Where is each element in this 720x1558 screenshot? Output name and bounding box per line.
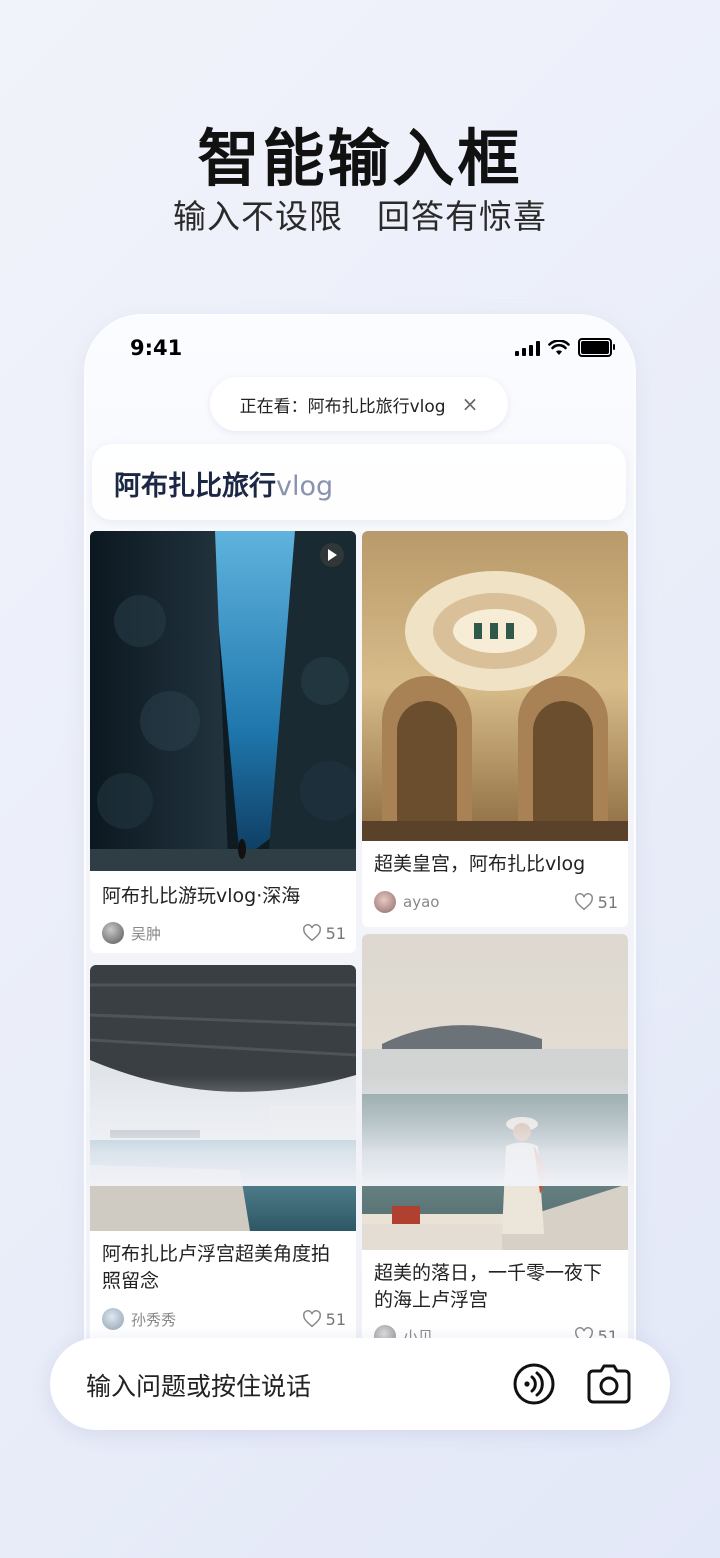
status-icons bbox=[515, 338, 615, 357]
card-author: 孙秀秀 bbox=[131, 1310, 177, 1329]
result-card[interactable]: 阿布扎比游玩vlog·深海 吴肿 51 bbox=[90, 531, 356, 953]
like-button[interactable]: 51 bbox=[574, 893, 618, 912]
query-main: 阿布扎比旅行 bbox=[114, 471, 276, 502]
watching-label: 正在看：阿布扎比旅行vlog bbox=[239, 396, 446, 417]
card-title: 阿布扎比卢浮宫超美角度拍照留念 bbox=[102, 1243, 331, 1292]
chat-input-bar[interactable]: 输入问题或按住说话 bbox=[50, 1338, 670, 1430]
card-author: 吴肿 bbox=[131, 924, 162, 943]
card-meta: 孙秀秀 51 bbox=[102, 1307, 346, 1331]
query-box[interactable]: 阿布扎比旅行vlog bbox=[92, 444, 626, 520]
battery-icon bbox=[578, 338, 615, 357]
card-title: 阿布扎比游玩vlog·深海 bbox=[102, 885, 301, 907]
card-meta: 吴肿 51 bbox=[102, 921, 346, 945]
avatar bbox=[102, 1308, 124, 1330]
result-feed: 阿布扎比游玩vlog·深海 吴肿 51 超美皇宫，阿布扎比vlog ayao 5… bbox=[90, 531, 630, 1391]
like-count: 51 bbox=[325, 1309, 346, 1329]
heart-icon bbox=[574, 893, 593, 911]
query-suffix: vlog bbox=[276, 471, 334, 502]
card-title: 超美的落日，一千零一夜下的海上卢浮宫 bbox=[374, 1262, 603, 1311]
card-image-palace bbox=[362, 531, 628, 841]
result-card[interactable]: 超美皇宫，阿布扎比vlog ayao 51 bbox=[362, 531, 628, 927]
cellular-signal-icon bbox=[515, 340, 540, 356]
like-count: 51 bbox=[325, 923, 346, 943]
like-count: 51 bbox=[597, 892, 618, 912]
watching-pill[interactable]: 正在看：阿布扎比旅行vlog × bbox=[210, 377, 508, 431]
avatar bbox=[102, 922, 124, 944]
status-time: 9:41 bbox=[130, 336, 183, 360]
query-text: 阿布扎比旅行vlog bbox=[114, 464, 333, 503]
heart-icon bbox=[302, 924, 321, 942]
promo-headline: 智能输入框 bbox=[197, 122, 523, 195]
wifi-icon bbox=[548, 339, 570, 355]
status-bar: 9:41 bbox=[86, 334, 634, 364]
card-title: 超美皇宫，阿布扎比vlog bbox=[374, 853, 586, 875]
like-button[interactable]: 51 bbox=[302, 924, 346, 943]
card-image-deep-sea bbox=[90, 531, 356, 871]
phone-frame: 9:41 正在看：阿布扎比旅行vlog × 阿布扎比旅行vlog 阿布扎比游玩v… bbox=[86, 316, 634, 1396]
heart-icon bbox=[302, 1310, 321, 1328]
like-button[interactable]: 51 bbox=[302, 1310, 346, 1329]
play-icon bbox=[320, 543, 344, 567]
voice-wave-icon[interactable] bbox=[513, 1363, 555, 1405]
promo-subline: 输入不设限 回答有惊喜 bbox=[173, 197, 547, 236]
card-author: ayao bbox=[403, 893, 440, 911]
feed-fade-overlay bbox=[86, 1076, 634, 1186]
camera-icon[interactable] bbox=[587, 1363, 631, 1405]
card-meta: ayao 51 bbox=[374, 890, 618, 914]
input-placeholder[interactable]: 输入问题或按住说话 bbox=[86, 1367, 311, 1403]
close-icon[interactable]: × bbox=[462, 392, 479, 416]
avatar bbox=[374, 891, 396, 913]
